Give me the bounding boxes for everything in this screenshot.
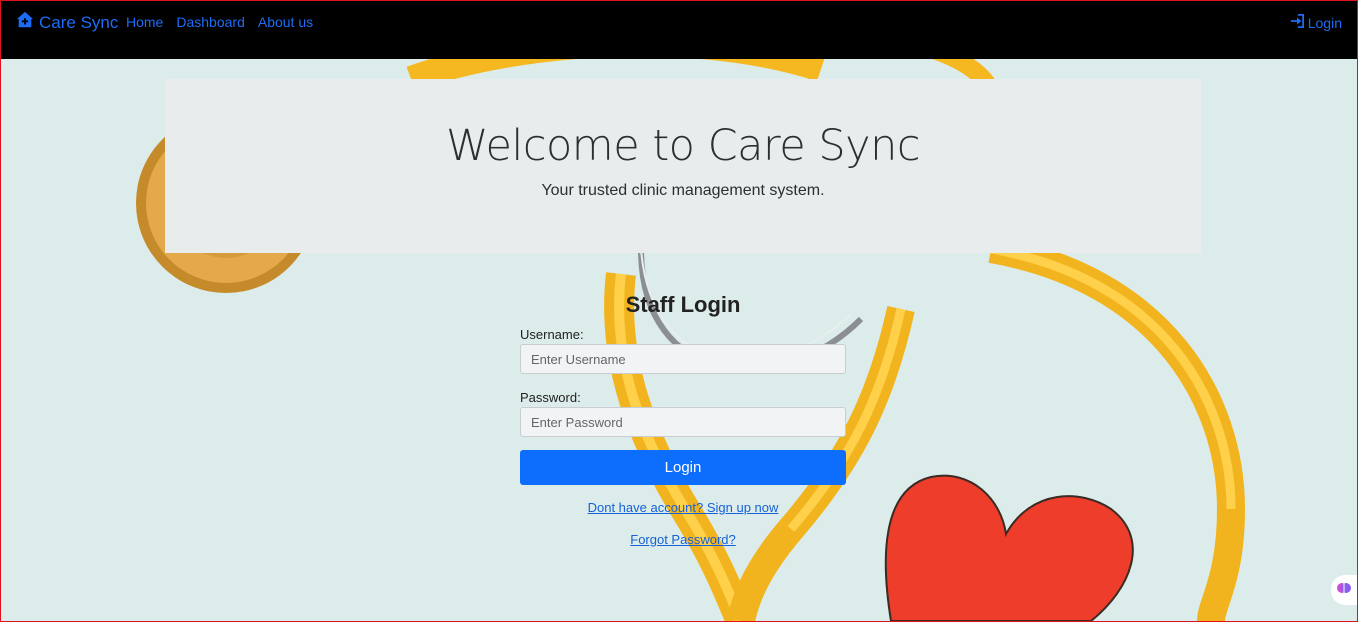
forgot-password-link[interactable]: Forgot Password? [520,532,846,547]
brand-name: Care Sync [39,12,119,32]
nav-about-link[interactable]: About us [258,14,313,30]
nav-home-link[interactable]: Home [126,14,163,30]
nav-login-link[interactable]: Login [1290,14,1342,31]
username-label: Username: [520,327,584,342]
nav-dashboard-link[interactable]: Dashboard [176,14,245,30]
nav-login-label: Login [1307,14,1342,31]
signup-link[interactable]: Dont have account? Sign up now [520,500,846,515]
welcome-subtitle: Your trusted clinic management system. [541,182,825,199]
password-input[interactable] [520,407,846,437]
top-navbar: Care Sync Home Dashboard About us Login [1,1,1357,59]
nav-links: Home Dashboard About us [126,14,313,30]
login-title: Staff Login [625,292,741,317]
welcome-title: Welcome to Care Sync [445,121,921,171]
sign-in-icon [1290,14,1304,31]
login-button[interactable]: Login [520,450,846,485]
username-input[interactable] [520,344,846,374]
floating-badge[interactable] [1331,575,1357,605]
house-medical-icon [16,11,34,34]
brand-link[interactable]: Care Sync [16,11,118,34]
brain-icon [1336,580,1352,601]
password-label: Password: [520,390,581,405]
welcome-jumbotron: Welcome to Care Sync Your trusted clinic… [165,79,1201,253]
